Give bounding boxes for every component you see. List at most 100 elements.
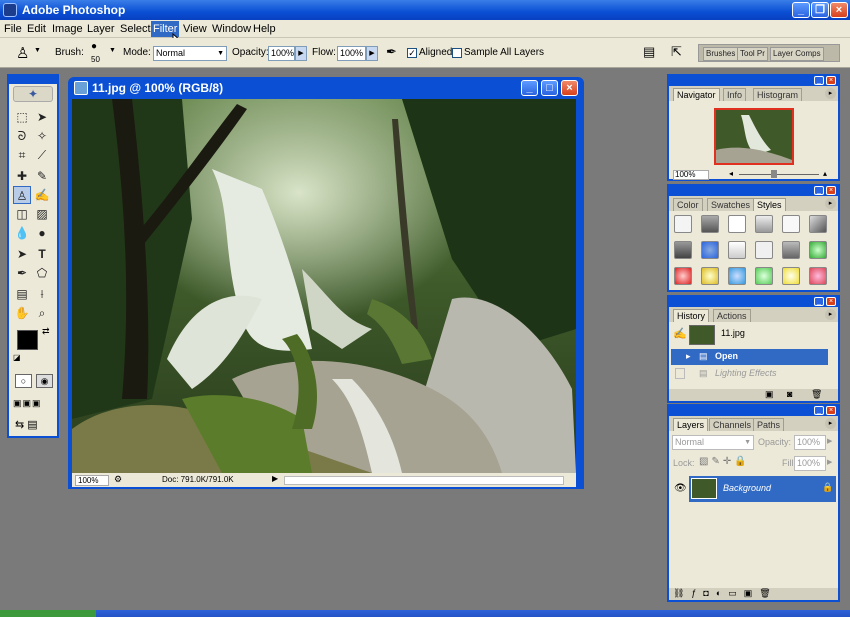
start-button[interactable] [0, 610, 96, 617]
tab-color[interactable]: Color [673, 198, 703, 211]
doc-close-button[interactable]: × [561, 80, 578, 96]
style-swatch[interactable] [782, 215, 800, 233]
new-snapshot-icon[interactable]: ◙ [787, 389, 792, 399]
panel-minimize-icon[interactable]: _ [814, 406, 824, 415]
aligned-checkbox[interactable]: ✓ [407, 48, 417, 58]
history-item-open[interactable]: ▸ ▤ Open [671, 349, 828, 365]
style-swatch[interactable] [728, 215, 746, 233]
magic-wand-tool-icon[interactable]: ✧ [33, 127, 51, 145]
crop-tool-icon[interactable]: ⌗ [13, 146, 31, 164]
layer-visibility-eye-icon[interactable]: 👁 [674, 483, 687, 494]
menu-layer[interactable]: Layer [87, 23, 115, 35]
hand-tool-icon[interactable]: ✋ [13, 304, 31, 322]
style-swatch[interactable] [674, 241, 692, 259]
tab-navigator[interactable]: Navigator [673, 88, 720, 101]
path-selection-tool-icon[interactable]: ➤ [13, 245, 31, 263]
new-document-from-state-icon[interactable]: ▣ [765, 389, 774, 400]
clone-stamp-tool-icon[interactable]: ♙ [16, 44, 29, 62]
tab-info[interactable]: Info [723, 88, 747, 101]
panel-minimize-icon[interactable]: _ [814, 297, 824, 306]
menu-select[interactable]: Select [120, 23, 151, 35]
history-brush-tool-icon[interactable]: ✍ [33, 186, 51, 204]
opacity-slider-button[interactable]: ▶ [295, 46, 307, 61]
brush-dropdown-icon[interactable]: ▼ [109, 47, 116, 54]
panel-minimize-icon[interactable]: _ [814, 76, 824, 85]
style-swatch[interactable] [674, 215, 692, 233]
notes-tool-icon[interactable]: ▤ [13, 285, 31, 303]
doc-minimize-button[interactable]: _ [521, 80, 538, 96]
feather-logo-icon[interactable]: ✦ [13, 86, 53, 102]
style-swatch[interactable] [782, 241, 800, 259]
tab-actions[interactable]: Actions [713, 309, 751, 322]
slice-tool-icon[interactable]: ⟋ [33, 146, 51, 164]
quick-mask-button[interactable]: ◉ [36, 374, 53, 388]
panel-close-icon[interactable]: × [826, 186, 836, 195]
history-item-lighting-effects[interactable]: ▤ Lighting Effects [671, 366, 828, 382]
menu-window[interactable]: Window [212, 23, 251, 35]
eyedropper-tool-icon[interactable]: ⟊ [33, 285, 51, 303]
lock-icons[interactable]: ▧✎✛🔒 [699, 456, 750, 467]
brush-tool-icon[interactable]: ✎ [33, 167, 51, 185]
gradient-tool-icon[interactable]: ▨ [33, 205, 51, 223]
edit-in-imageready-icon[interactable]: ⇆ ▤ [15, 418, 55, 432]
blur-tool-icon[interactable]: 💧 [13, 224, 31, 242]
navigator-thumbnail[interactable] [714, 108, 794, 165]
tab-layers[interactable]: Layers [673, 418, 709, 431]
flow-slider-button[interactable]: ▶ [366, 46, 378, 61]
zoom-out-icon[interactable]: ◂ [729, 169, 733, 178]
tab-channels[interactable]: Channels [709, 418, 756, 431]
status-menu-arrow-icon[interactable]: ▶ [272, 474, 278, 483]
opacity-input[interactable]: 100% [268, 46, 295, 61]
style-swatch[interactable] [674, 267, 692, 285]
tool-preset-dropdown-icon[interactable]: ▼ [34, 47, 41, 54]
pen-tool-icon[interactable]: ✒ [13, 264, 31, 282]
zoom-tool-icon[interactable]: ⌕ [33, 304, 51, 322]
lasso-tool-icon[interactable]: ᘐ [13, 127, 31, 145]
tab-paths[interactable]: Paths [753, 418, 785, 431]
restore-button[interactable]: ❐ [811, 2, 829, 18]
swap-colors-icon[interactable]: ⇄ [42, 326, 50, 337]
layer-opacity-input[interactable]: 100% [794, 435, 826, 450]
tab-swatches[interactable]: Swatches [707, 198, 755, 211]
flow-input[interactable]: 100% [337, 46, 366, 61]
type-tool-icon[interactable]: T [33, 245, 51, 263]
go-to-bridge-icon[interactable]: ⇱ [671, 44, 682, 60]
panel-menu-icon[interactable]: ▸ [825, 418, 836, 429]
style-swatch[interactable] [701, 215, 719, 233]
fill-arrow-icon[interactable]: ▶ [827, 458, 832, 466]
history-brush-source-box[interactable] [675, 368, 685, 379]
doc-maximize-button[interactable]: □ [541, 80, 558, 96]
style-swatch[interactable] [728, 267, 746, 285]
doc-zoom-field[interactable]: 100% [75, 475, 109, 486]
panel-close-icon[interactable]: × [826, 406, 836, 415]
style-swatch[interactable] [809, 215, 827, 233]
layer-row-background[interactable]: 👁 Background 🔒 [671, 476, 836, 502]
style-swatch[interactable] [755, 241, 773, 259]
default-colors-icon[interactable]: ◪ [13, 353, 21, 362]
style-swatch[interactable] [755, 215, 773, 233]
blend-mode-select[interactable]: Normal ▼ [672, 435, 754, 450]
style-swatch[interactable] [809, 241, 827, 259]
shape-tool-icon[interactable]: ⬠ [33, 264, 51, 282]
close-button[interactable]: × [830, 2, 848, 18]
navigator-zoom-field[interactable]: 100% [673, 170, 709, 180]
well-tab-brushes[interactable]: Brushes [703, 47, 739, 61]
horizontal-scrollbar[interactable] [284, 476, 564, 485]
opacity-arrow-icon[interactable]: ▶ [827, 437, 832, 445]
sample-all-layers-checkbox[interactable] [452, 48, 462, 58]
dodge-tool-icon[interactable]: ● [33, 224, 51, 242]
zoom-slider[interactable] [739, 174, 819, 175]
zoom-in-icon[interactable]: ▴ [823, 169, 827, 178]
panel-close-icon[interactable]: × [826, 297, 836, 306]
well-tab-tool-presets[interactable]: Tool Pr [737, 47, 768, 61]
document-canvas[interactable] [72, 99, 576, 473]
style-swatch[interactable] [755, 267, 773, 285]
standard-mode-button[interactable]: ○ [15, 374, 32, 388]
foreground-color-swatch[interactable] [17, 330, 38, 350]
tab-styles[interactable]: Styles [753, 198, 786, 211]
history-snapshot-row[interactable]: ✍ 11.jpg [671, 323, 836, 347]
delete-state-icon[interactable]: 🗑 [811, 389, 822, 400]
well-tab-layer-comps[interactable]: Layer Comps [770, 47, 824, 61]
panel-menu-icon[interactable]: ▸ [825, 198, 836, 209]
clone-stamp-tool-icon[interactable]: ♙ [13, 186, 31, 204]
